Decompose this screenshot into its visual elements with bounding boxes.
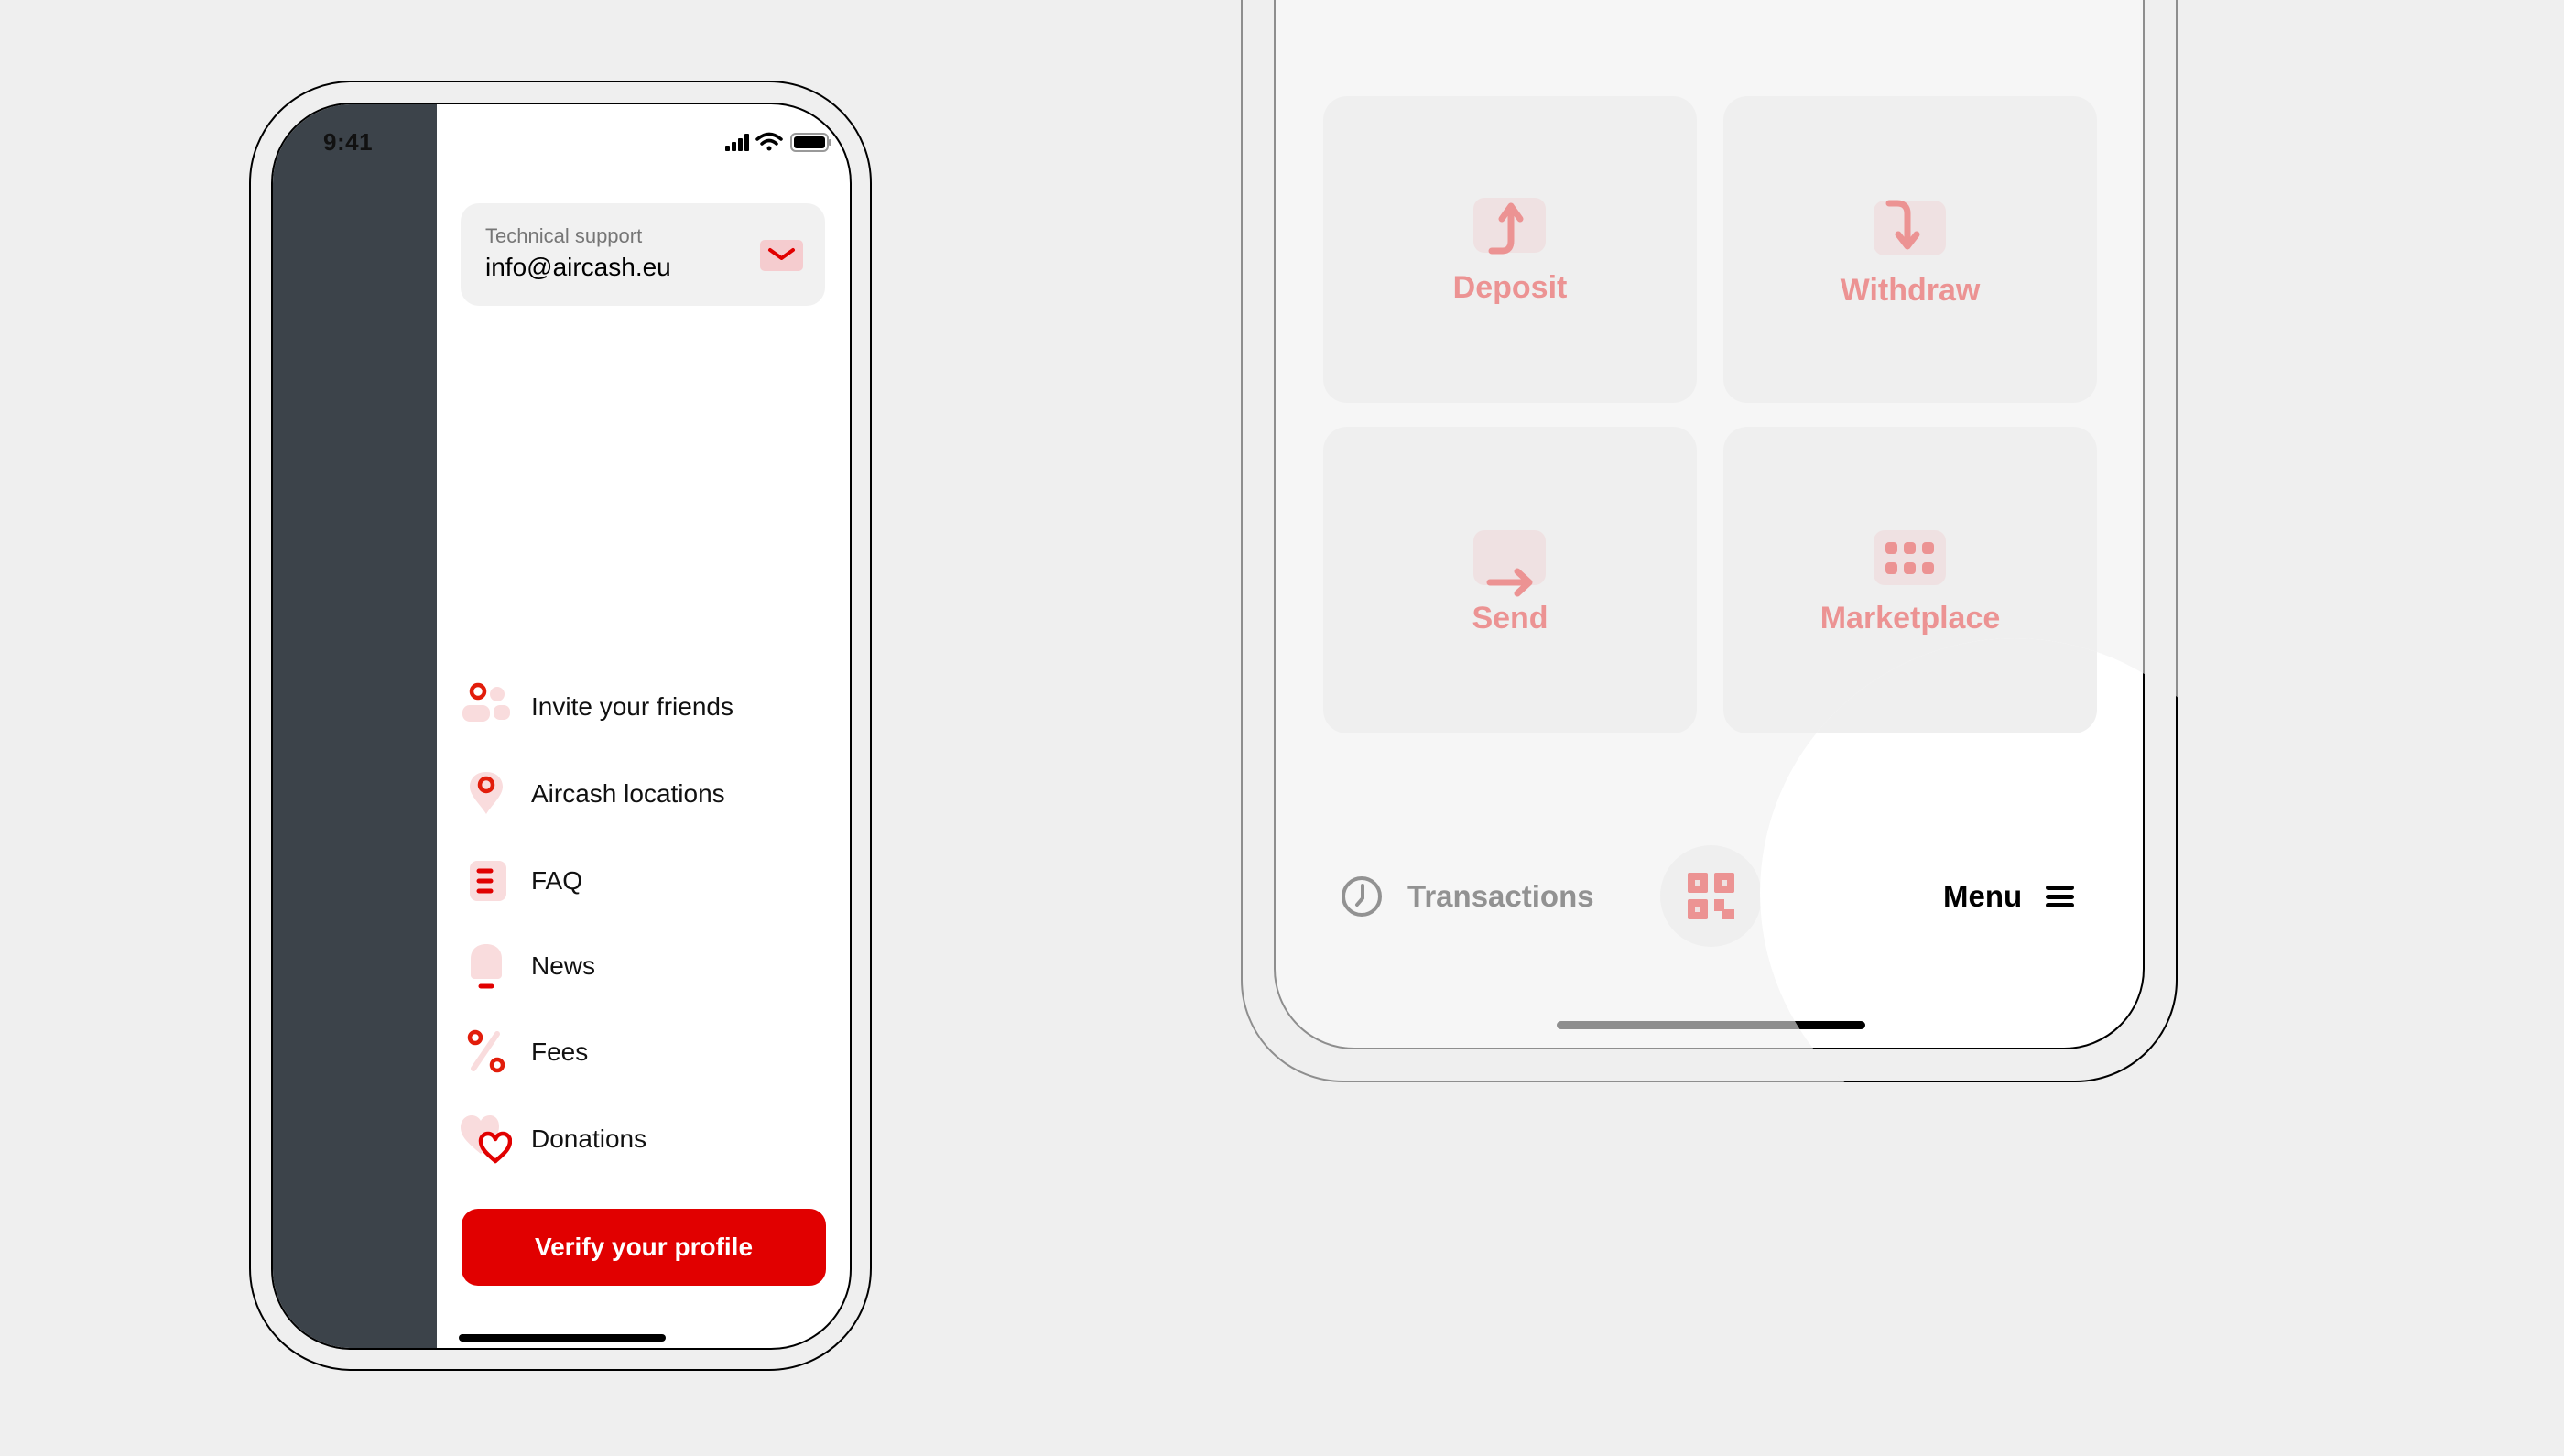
action-card-deposit[interactable]: Deposit bbox=[1323, 96, 1697, 403]
action-label: Deposit bbox=[1452, 270, 1568, 305]
deposit-arrow-up-icon bbox=[1473, 198, 1546, 255]
marketplace-grid-icon bbox=[1874, 530, 1946, 585]
nav-transactions-label: Transactions bbox=[1407, 879, 1594, 913]
withdraw-arrow-down-icon bbox=[1874, 200, 1946, 255]
scan-qr-button[interactable] bbox=[1660, 845, 1762, 947]
action-card-withdraw[interactable]: Withdraw bbox=[1723, 96, 2097, 403]
nav-transactions[interactable]: Transactions bbox=[1340, 872, 1594, 921]
send-arrow-right-icon bbox=[1473, 530, 1546, 597]
action-label: Marketplace bbox=[1820, 601, 2001, 636]
nav-menu-label: Menu bbox=[1943, 879, 2023, 913]
clock-icon bbox=[1342, 876, 1382, 917]
hamburger-icon bbox=[2046, 886, 2075, 907]
action-card-send[interactable]: Send bbox=[1323, 427, 1697, 733]
action-label: Withdraw bbox=[1840, 273, 1981, 308]
qr-code-icon bbox=[1688, 873, 1734, 919]
action-label: Send bbox=[1472, 601, 1548, 636]
nav-menu-highlighted[interactable]: Menu bbox=[1943, 875, 2075, 918]
